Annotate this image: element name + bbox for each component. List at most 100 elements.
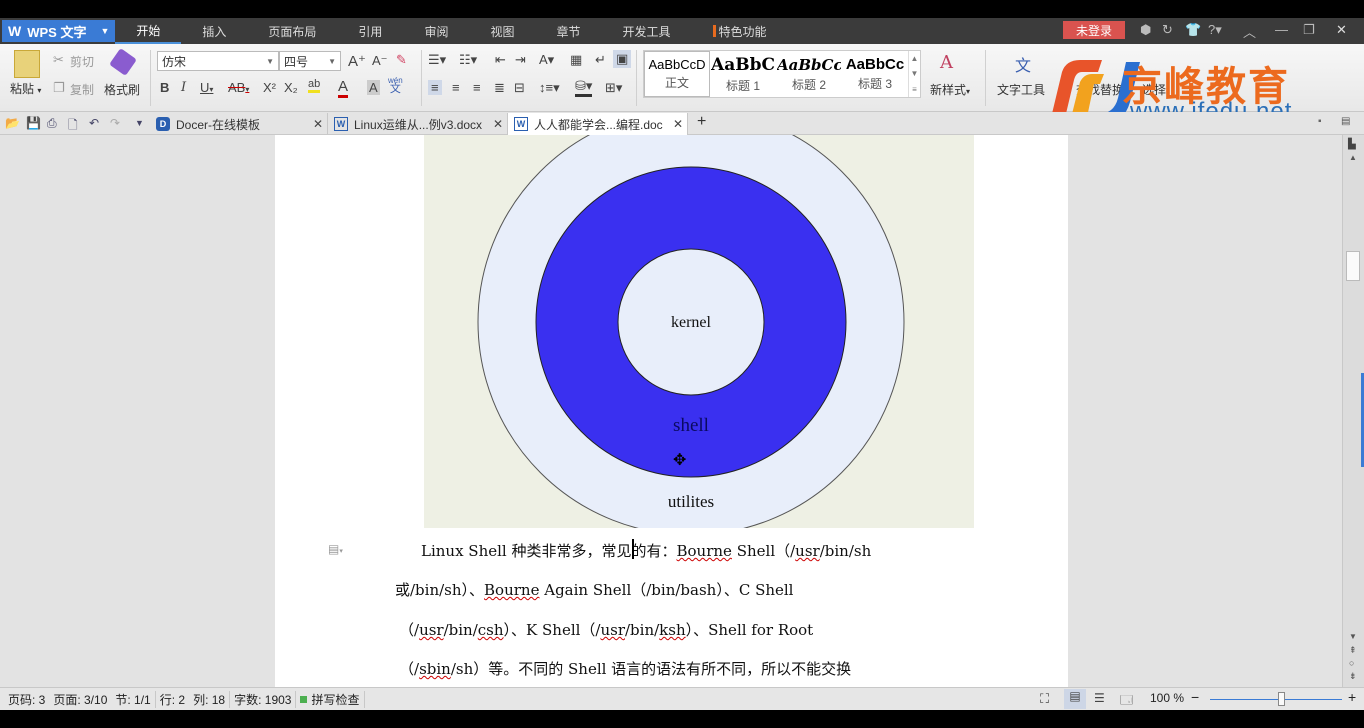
increase-indent-icon[interactable]: ⇥ <box>515 52 526 68</box>
app-menu-button[interactable]: W WPS 文字 ▼ <box>2 20 116 42</box>
scroll-thumb[interactable] <box>1346 251 1360 281</box>
shrink-font-icon[interactable]: A⁻ <box>372 53 388 69</box>
char-shading-icon[interactable]: A <box>367 80 380 95</box>
font-name-select[interactable]: 仿宋 ▼ <box>157 51 279 71</box>
minimize-icon[interactable]: — <box>1275 22 1288 37</box>
zoom-slider-thumb[interactable] <box>1278 692 1285 706</box>
previous-page-icon[interactable]: ⇞ <box>1349 645 1357 656</box>
menu-tab-review[interactable]: 审阅 <box>403 18 469 44</box>
align-right-icon[interactable]: ≡ <box>473 80 481 95</box>
underline-icon[interactable]: U▾ <box>200 80 213 95</box>
table-icon[interactable]: ▦ <box>570 52 582 68</box>
clear-format-icon[interactable]: ✎ <box>396 52 407 68</box>
paragraph-mark-icon[interactable]: ↵ <box>595 52 606 68</box>
style-heading-2[interactable]: AaBbCc 标题 2 <box>776 51 842 97</box>
fullscreen-icon[interactable]: ⛶ <box>1040 691 1049 707</box>
status-row[interactable]: 行: 2 <box>156 691 189 708</box>
menu-tab-references[interactable]: 引用 <box>337 18 403 44</box>
bold-icon[interactable]: B <box>160 80 169 95</box>
outline-view-icon[interactable]: ☰ <box>1094 691 1105 705</box>
shading-fill-icon[interactable]: ⛁▾ <box>575 78 593 97</box>
justify-icon[interactable]: ≣ <box>494 80 505 96</box>
document-page[interactable]: kernel shell utilites ▤▾ Linux Shell 种类非… <box>275 135 1068 687</box>
save-icon[interactable]: 💾 <box>26 116 41 130</box>
numbered-list-icon[interactable]: ☷▾ <box>459 52 477 68</box>
show-layout-icon[interactable]: ▣ <box>613 50 632 68</box>
menu-tab-view[interactable]: 视图 <box>469 18 535 44</box>
tab-list-icon[interactable]: ▤ <box>1341 116 1350 127</box>
skin-icon[interactable]: 👕 <box>1185 22 1201 38</box>
align-center-icon[interactable]: ≡ <box>452 80 460 95</box>
web-view-icon[interactable]: 🗔 <box>1120 691 1133 712</box>
distributed-icon[interactable]: ⊟ <box>514 80 525 96</box>
quick-access-dropdown-icon[interactable]: ▼ <box>135 118 144 128</box>
print-icon[interactable]: ⎙ <box>47 116 57 131</box>
collapse-ribbon-icon[interactable]: ︿ <box>1243 22 1256 41</box>
login-button[interactable]: 未登录 <box>1063 21 1125 39</box>
menu-tab-developer[interactable]: 开发工具 <box>601 18 691 44</box>
paste-button[interactable]: 粘贴 ▾ <box>10 80 41 97</box>
page-view-icon[interactable]: ▤ <box>1064 689 1086 709</box>
chevron-up-icon[interactable]: ▲ <box>911 54 919 63</box>
grow-font-icon[interactable]: A⁺ <box>348 52 366 70</box>
style-heading-3[interactable]: AaBbCc 标题 3 <box>842 51 908 97</box>
open-folder-icon[interactable]: 📂 <box>5 116 20 130</box>
menu-tab-page-layout[interactable]: 页面布局 <box>247 18 337 44</box>
text-tools-button[interactable]: 文字工具 <box>997 81 1045 98</box>
tab-linux-doc[interactable]: W Linux运维从...例v3.docx ✕ <box>328 113 508 135</box>
tab-pin-icon[interactable]: ▪ <box>1318 116 1322 127</box>
vertical-scrollbar[interactable]: ▙ ▲ ▼ ⇞ ○ ⇟ <box>1342 135 1364 687</box>
new-tab-icon[interactable]: + <box>697 113 706 131</box>
spell-check-toggle[interactable]: 拼写检查 <box>296 690 365 708</box>
menu-tab-insert[interactable]: 插入 <box>181 18 247 44</box>
status-section[interactable]: 节: 1/1 <box>111 690 156 708</box>
zoom-level[interactable]: 100 % <box>1150 691 1184 705</box>
subscript-icon[interactable]: X₂ <box>284 80 298 95</box>
menu-tab-chapter[interactable]: 章节 <box>535 18 601 44</box>
format-painter-button[interactable]: 格式刷 <box>104 81 140 98</box>
redo-icon[interactable]: ↷ <box>110 116 120 130</box>
paragraph-handle-icon[interactable]: ▤▾ <box>328 542 343 556</box>
highlight-icon[interactable]: ab <box>308 78 321 93</box>
chevron-down-icon[interactable]: ▼ <box>911 69 919 78</box>
close-tab-icon[interactable]: ✕ <box>493 117 503 131</box>
line-spacing-icon[interactable]: ↕≡▾ <box>539 80 560 96</box>
menu-tab-special[interactable]: 特色功能 <box>692 18 788 44</box>
next-page-icon[interactable]: ⇟ <box>1349 671 1357 682</box>
status-page[interactable]: 页面: 3/10 <box>49 691 111 708</box>
menu-tab-home[interactable]: 开始 <box>115 18 182 44</box>
zoom-in-button[interactable]: + <box>1348 689 1356 705</box>
paragraph-line[interactable]: （/sbin/sh）等。不同的 Shell 语言的语法有所不同，所以不能交换 <box>399 658 851 679</box>
cut-button[interactable]: 剪切 <box>70 53 94 70</box>
scroll-down-icon[interactable]: ▼ <box>1349 632 1357 641</box>
tab-docer[interactable]: D Docer-在线模板 ✕ <box>150 113 328 135</box>
paragraph-line[interactable]: （/usr/bin/csh）、K Shell（/usr/bin/ksh）、She… <box>399 619 813 640</box>
sync-icon[interactable]: ↻ <box>1162 22 1173 38</box>
paragraph-line[interactable]: Linux Shell 种类非常多，常见的有：Bourne Shell（/usr… <box>421 540 871 561</box>
paste-icon[interactable] <box>14 50 40 78</box>
shell-diagram-image[interactable]: kernel shell utilites <box>424 135 974 528</box>
status-word-count[interactable]: 字数: 1903 <box>230 690 297 708</box>
scroll-up-icon[interactable]: ▲ <box>1349 153 1357 162</box>
status-page-code[interactable]: 页码: 3 <box>0 691 49 708</box>
align-left-icon[interactable]: ≡ <box>428 80 442 95</box>
superscript-icon[interactable]: X² <box>263 80 276 95</box>
font-size-select[interactable]: 四号 ▼ <box>279 51 341 71</box>
text-direction-icon[interactable]: A▾ <box>539 52 554 68</box>
close-tab-icon[interactable]: ✕ <box>673 117 683 131</box>
help-button[interactable]: ?▾ <box>1208 22 1222 38</box>
styles-scroll[interactable]: ▲ ▼ ≡ <box>908 51 920 97</box>
italic-icon[interactable]: I <box>181 80 186 95</box>
status-col[interactable]: 列: 18 <box>189 690 231 708</box>
cloud-icon[interactable]: ⬢ <box>1140 22 1151 38</box>
split-view-icon[interactable]: ▙ <box>1348 139 1356 150</box>
paragraph-line[interactable]: 或/bin/sh）、Bourne Again Shell（/bin/bash）、… <box>395 579 793 600</box>
copy-button[interactable]: 复制 <box>70 81 94 98</box>
zoom-slider-track[interactable] <box>1210 699 1342 700</box>
bullet-list-icon[interactable]: ☰▾ <box>428 52 446 68</box>
font-color-icon[interactable]: A <box>338 78 349 98</box>
decrease-indent-icon[interactable]: ⇤ <box>495 52 506 68</box>
expand-gallery-icon[interactable]: ≡ <box>912 85 917 94</box>
style-heading-1[interactable]: AaBbC 标题 1 <box>710 51 776 97</box>
print-preview-icon[interactable]: 🗋 <box>68 116 78 137</box>
